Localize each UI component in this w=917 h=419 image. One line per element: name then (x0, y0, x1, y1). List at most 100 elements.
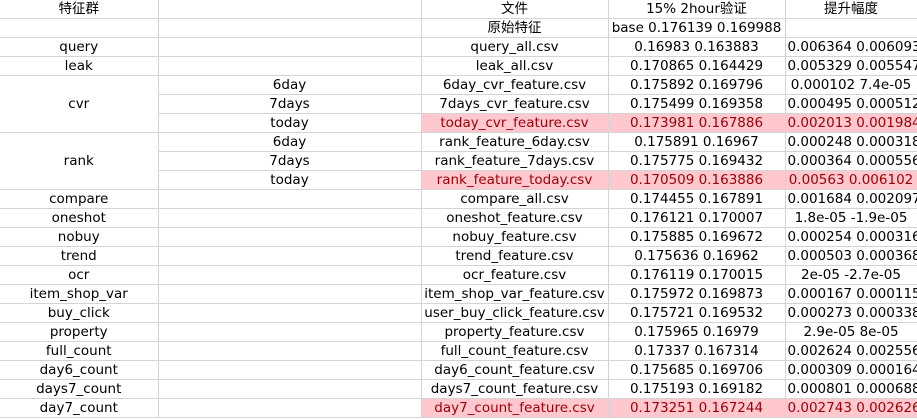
cell-gain[interactable]: 0.000102 7.4e-05 (785, 75, 917, 95)
cell-group[interactable]: nobuy (0, 227, 159, 247)
cell-sub[interactable]: 7days (158, 94, 422, 114)
cell-file[interactable]: oneshot_feature.csv (421, 208, 609, 228)
cell-file[interactable]: days7_count_feature.csv (421, 379, 609, 399)
cell-file[interactable]: 6day_cvr_feature.csv (421, 75, 609, 95)
cell-sub[interactable] (158, 379, 422, 399)
cell-file[interactable]: ocr_feature.csv (421, 265, 609, 285)
cell-metric[interactable]: 0.175685 0.169706 (608, 360, 786, 380)
cell-gain[interactable]: 0.002013 0.001984 (785, 113, 917, 133)
cell-file[interactable]: trend_feature.csv (421, 246, 609, 266)
cell-sub[interactable] (158, 37, 422, 57)
cell-sub[interactable]: today (158, 170, 422, 190)
cell-gain[interactable]: 0.000254 0.000316 (785, 227, 917, 247)
cell-file[interactable]: day7_count_feature.csv (421, 398, 609, 418)
cell-group[interactable]: day7_count (0, 398, 159, 418)
cell-gain[interactable]: 0.005329 0.005547 (785, 56, 917, 76)
cell-group[interactable]: item_shop_var (0, 284, 159, 304)
cell-group[interactable]: query (0, 37, 159, 57)
cell-file[interactable]: query_all.csv (421, 37, 609, 57)
cell-metric[interactable]: 0.175721 0.169532 (608, 303, 786, 323)
cell-file[interactable]: day6_count_feature.csv (421, 360, 609, 380)
cell-metric[interactable]: 0.175965 0.16979 (608, 322, 786, 342)
cell-group[interactable]: rank (0, 132, 159, 190)
cell-file[interactable]: item_shop_var_feature.csv (421, 284, 609, 304)
baseline-gain[interactable] (785, 18, 917, 38)
cell-metric[interactable]: 0.17337 0.167314 (608, 341, 786, 361)
cell-sub[interactable] (158, 265, 422, 285)
cell-file[interactable]: nobuy_feature.csv (421, 227, 609, 247)
cell-sub[interactable] (158, 56, 422, 76)
cell-file[interactable]: full_count_feature.csv (421, 341, 609, 361)
cell-gain[interactable]: 0.000248 0.000318 (785, 132, 917, 152)
cell-group[interactable]: compare (0, 189, 159, 209)
cell-sub[interactable]: 6day (158, 132, 422, 152)
cell-metric[interactable]: 0.175499 0.169358 (608, 94, 786, 114)
cell-gain[interactable]: 0.000364 0.000556 (785, 151, 917, 171)
cell-empty[interactable] (0, 18, 159, 38)
cell-sub[interactable] (158, 208, 422, 228)
cell-metric[interactable]: 0.175193 0.169182 (608, 379, 786, 399)
cell-sub[interactable] (158, 360, 422, 380)
baseline-file[interactable]: 原始特征 (421, 18, 609, 38)
cell-gain[interactable]: 1.8e-05 -1.9e-05 (785, 208, 917, 228)
cell-metric[interactable]: 0.175972 0.169873 (608, 284, 786, 304)
cell-sub[interactable] (158, 322, 422, 342)
cell-sub[interactable] (158, 303, 422, 323)
cell-file[interactable]: compare_all.csv (421, 189, 609, 209)
cell-gain[interactable]: 0.002624 0.002556 (785, 341, 917, 361)
cell-file[interactable]: leak_all.csv (421, 56, 609, 76)
header-file[interactable]: 文件 (421, 0, 609, 19)
header-sub[interactable] (158, 0, 422, 19)
cell-metric[interactable]: 0.173251 0.167244 (608, 398, 786, 418)
cell-metric[interactable]: 0.173981 0.167886 (608, 113, 786, 133)
cell-group[interactable]: buy_click (0, 303, 159, 323)
cell-group[interactable]: ocr (0, 265, 159, 285)
cell-sub[interactable]: today (158, 113, 422, 133)
cell-sub[interactable] (158, 398, 422, 418)
cell-sub[interactable] (158, 227, 422, 247)
cell-metric[interactable]: 0.175891 0.16967 (608, 132, 786, 152)
cell-sub[interactable] (158, 189, 422, 209)
cell-sub[interactable] (158, 284, 422, 304)
cell-metric[interactable]: 0.175775 0.169432 (608, 151, 786, 171)
cell-metric[interactable]: 0.175636 0.16962 (608, 246, 786, 266)
cell-file[interactable]: rank_feature_7days.csv (421, 151, 609, 171)
cell-sub[interactable]: 6day (158, 75, 422, 95)
header-gain[interactable]: 提升幅度 (785, 0, 917, 19)
cell-gain[interactable]: 0.000495 0.000512 (785, 94, 917, 114)
cell-file[interactable]: property_feature.csv (421, 322, 609, 342)
cell-gain[interactable]: 0.000273 0.000338 (785, 303, 917, 323)
baseline-metric[interactable]: base 0.176139 0.169988 (608, 18, 786, 38)
cell-file[interactable]: rank_feature_6day.csv (421, 132, 609, 152)
cell-group[interactable]: trend (0, 246, 159, 266)
cell-group[interactable]: days7_count (0, 379, 159, 399)
cell-file[interactable]: 7days_cvr_feature.csv (421, 94, 609, 114)
cell-group[interactable]: oneshot (0, 208, 159, 228)
header-group[interactable]: 特征群 (0, 0, 159, 19)
cell-sub[interactable]: 7days (158, 151, 422, 171)
cell-group[interactable]: full_count (0, 341, 159, 361)
cell-gain[interactable]: 0.00563 0.006102 (785, 170, 917, 190)
cell-metric[interactable]: 0.175892 0.169796 (608, 75, 786, 95)
cell-file[interactable]: rank_feature_today.csv (421, 170, 609, 190)
cell-metric[interactable]: 0.170865 0.164429 (608, 56, 786, 76)
cell-file[interactable]: user_buy_click_feature.csv (421, 303, 609, 323)
cell-gain[interactable]: 0.001684 0.002097 (785, 189, 917, 209)
cell-group[interactable]: property (0, 322, 159, 342)
cell-gain[interactable]: 2e-05 -2.7e-05 (785, 265, 917, 285)
cell-gain[interactable]: 0.000503 0.000368 (785, 246, 917, 266)
cell-gain[interactable]: 0.000167 0.000115 (785, 284, 917, 304)
cell-metric[interactable]: 0.170509 0.163886 (608, 170, 786, 190)
cell-gain[interactable]: 0.000309 0.000164 (785, 360, 917, 380)
cell-gain[interactable]: 0.000801 0.000688 (785, 379, 917, 399)
cell-gain[interactable]: 0.006364 0.006093 (785, 37, 917, 57)
cell-metric[interactable]: 0.176119 0.170015 (608, 265, 786, 285)
cell-gain[interactable]: 0.002743 0.002626 (785, 398, 917, 418)
cell-gain[interactable]: 2.9e-05 8e-05 (785, 322, 917, 342)
cell-metric[interactable]: 0.176121 0.170007 (608, 208, 786, 228)
cell-group[interactable]: leak (0, 56, 159, 76)
cell-metric[interactable]: 0.16983 0.163883 (608, 37, 786, 57)
cell-file[interactable]: today_cvr_feature.csv (421, 113, 609, 133)
cell-group[interactable]: cvr (0, 75, 159, 133)
cell-sub[interactable] (158, 246, 422, 266)
